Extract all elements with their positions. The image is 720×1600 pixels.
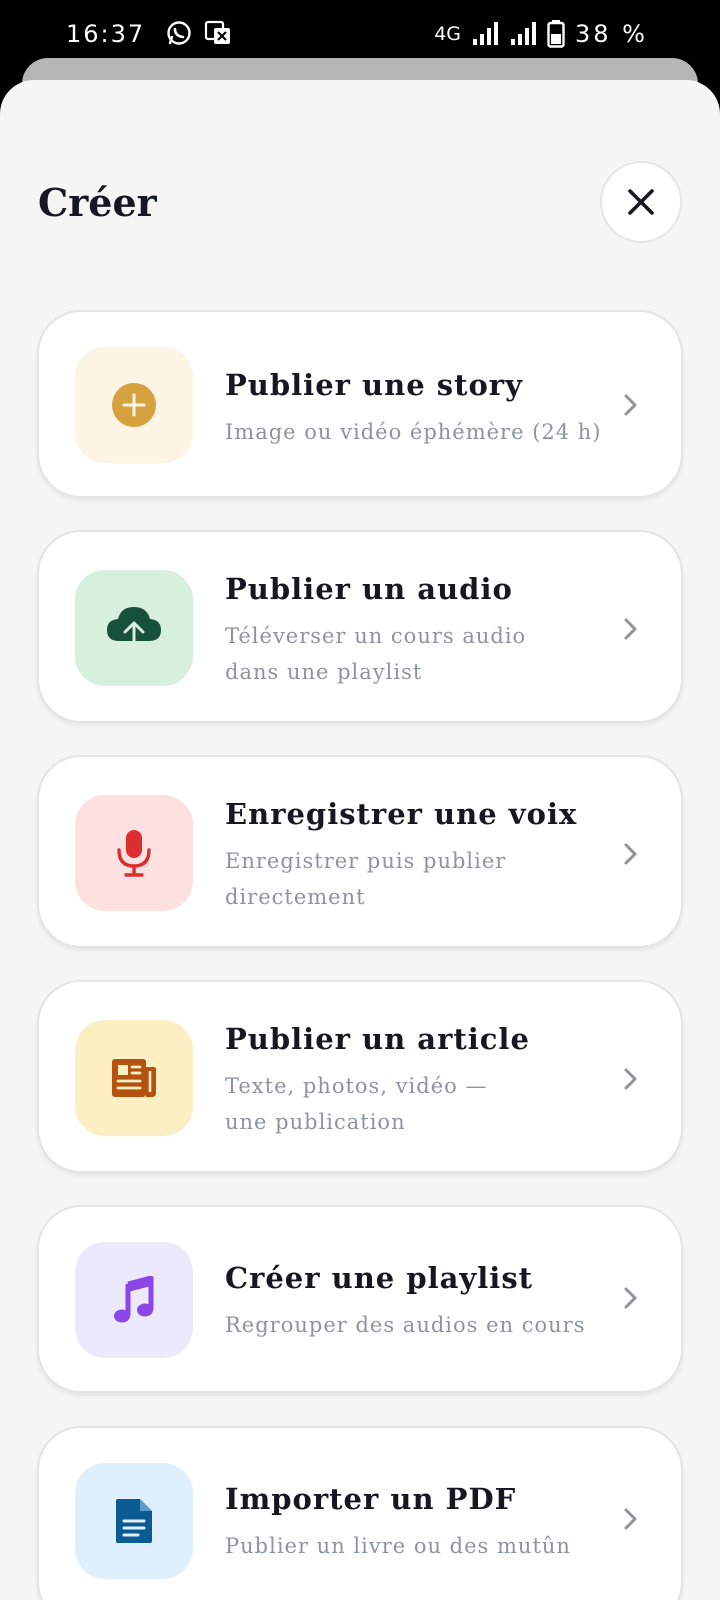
newspaper-icon xyxy=(112,1059,156,1097)
status-time: 16:37 xyxy=(66,20,146,48)
plus-circle-icon xyxy=(112,383,156,427)
record-voice-option[interactable]: Enregistrer une voix Enregistrer puis pu… xyxy=(37,755,683,948)
icon-tile xyxy=(75,795,193,911)
chevron-right-icon xyxy=(624,618,637,640)
icon-tile xyxy=(75,1242,193,1358)
publish-article-option[interactable]: Publier un article Texte, photos, vidéo … xyxy=(37,980,683,1173)
chevron-right-icon xyxy=(624,1508,637,1530)
option-title: Publier une story xyxy=(225,368,523,402)
option-subtitle: Enregistrer puis publier directement xyxy=(225,849,507,909)
sheet-title: Créer xyxy=(38,180,157,225)
icon-tile xyxy=(75,570,193,686)
network-type: 4G xyxy=(434,23,462,45)
create-playlist-option[interactable]: Créer une playlist Regrouper des audios … xyxy=(37,1205,683,1393)
whatsapp-icon xyxy=(167,21,191,45)
translate-icon xyxy=(204,20,230,44)
option-title: Publier un audio xyxy=(225,572,513,606)
signal-icon xyxy=(473,22,499,45)
option-title: Enregistrer une voix xyxy=(225,797,578,831)
icon-tile xyxy=(75,1020,193,1136)
close-button[interactable] xyxy=(600,161,682,243)
option-subtitle: Publier un livre ou des mutûn xyxy=(225,1534,571,1558)
battery-icon xyxy=(547,20,565,48)
document-icon xyxy=(116,1499,152,1543)
option-subtitle: Image ou vidéo éphémère (24 h) xyxy=(225,420,602,444)
import-pdf-option[interactable]: Importer un PDF Publier un livre ou des … xyxy=(37,1426,683,1600)
chevron-right-icon xyxy=(624,1068,637,1090)
battery-percent: 38 % xyxy=(575,20,648,48)
option-subtitle: Téléverser un cours audio dans une playl… xyxy=(225,624,527,684)
microphone-icon xyxy=(117,830,151,877)
notification-icons xyxy=(166,20,232,46)
icon-tile xyxy=(75,347,193,463)
option-title: Importer un PDF xyxy=(225,1482,517,1516)
option-title: Créer une playlist xyxy=(225,1261,534,1295)
status-right: 4G 38 % xyxy=(434,20,648,48)
chevron-right-icon xyxy=(624,843,637,865)
create-sheet: Créer Publier une story Image ou vidéo é… xyxy=(0,80,720,1600)
option-subtitle: Texte, photos, vidéo — une publication xyxy=(225,1074,488,1134)
chevron-right-icon xyxy=(624,1287,637,1309)
chevron-right-icon xyxy=(624,394,637,416)
music-note-icon xyxy=(114,1276,154,1323)
icon-tile xyxy=(75,1463,193,1579)
create-story-option[interactable]: Publier une story Image ou vidéo éphémèr… xyxy=(37,310,683,498)
close-icon xyxy=(628,189,654,215)
option-title: Publier un article xyxy=(225,1022,530,1056)
cloud-upload-icon xyxy=(107,607,161,651)
signal-icon-2 xyxy=(511,22,537,45)
publish-audio-option[interactable]: Publier un audio Téléverser un cours aud… xyxy=(37,530,683,723)
option-subtitle: Regrouper des audios en cours xyxy=(225,1313,586,1337)
